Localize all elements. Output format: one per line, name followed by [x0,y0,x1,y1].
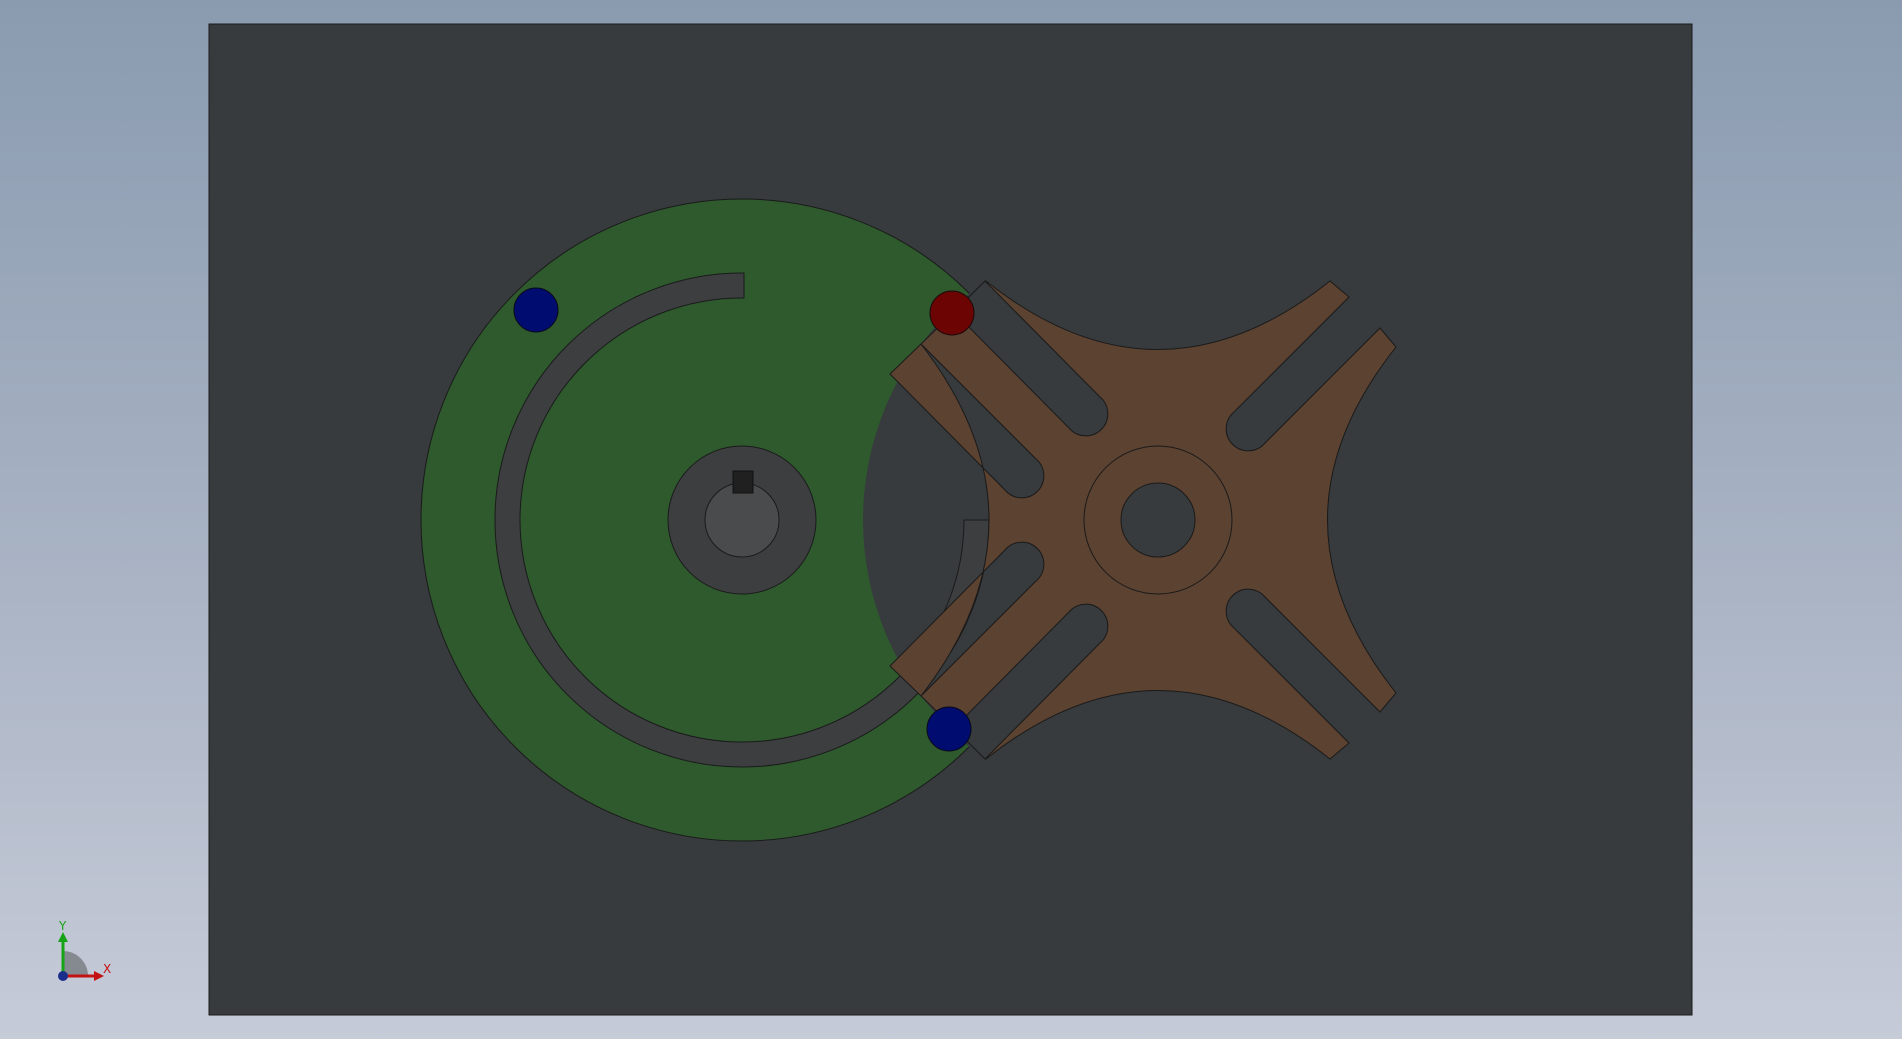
z-axis-dot [58,971,68,981]
graphics-viewport[interactable] [0,0,1902,1039]
y-axis-label: Y [58,919,67,933]
y-arrowhead [58,932,68,942]
blue-marker-bottom[interactable] [926,706,972,752]
geneva-bore [1120,482,1196,558]
blue-marker-top[interactable] [513,287,559,333]
red-marker-pin[interactable] [929,290,975,336]
keyway [732,470,754,494]
triad-quarter-disc [63,951,88,976]
drive-wheel[interactable] [420,198,1064,842]
x-axis-label: X [103,962,111,976]
drive-bore [704,482,780,558]
coordinate-triad[interactable]: X Y [40,910,130,1000]
